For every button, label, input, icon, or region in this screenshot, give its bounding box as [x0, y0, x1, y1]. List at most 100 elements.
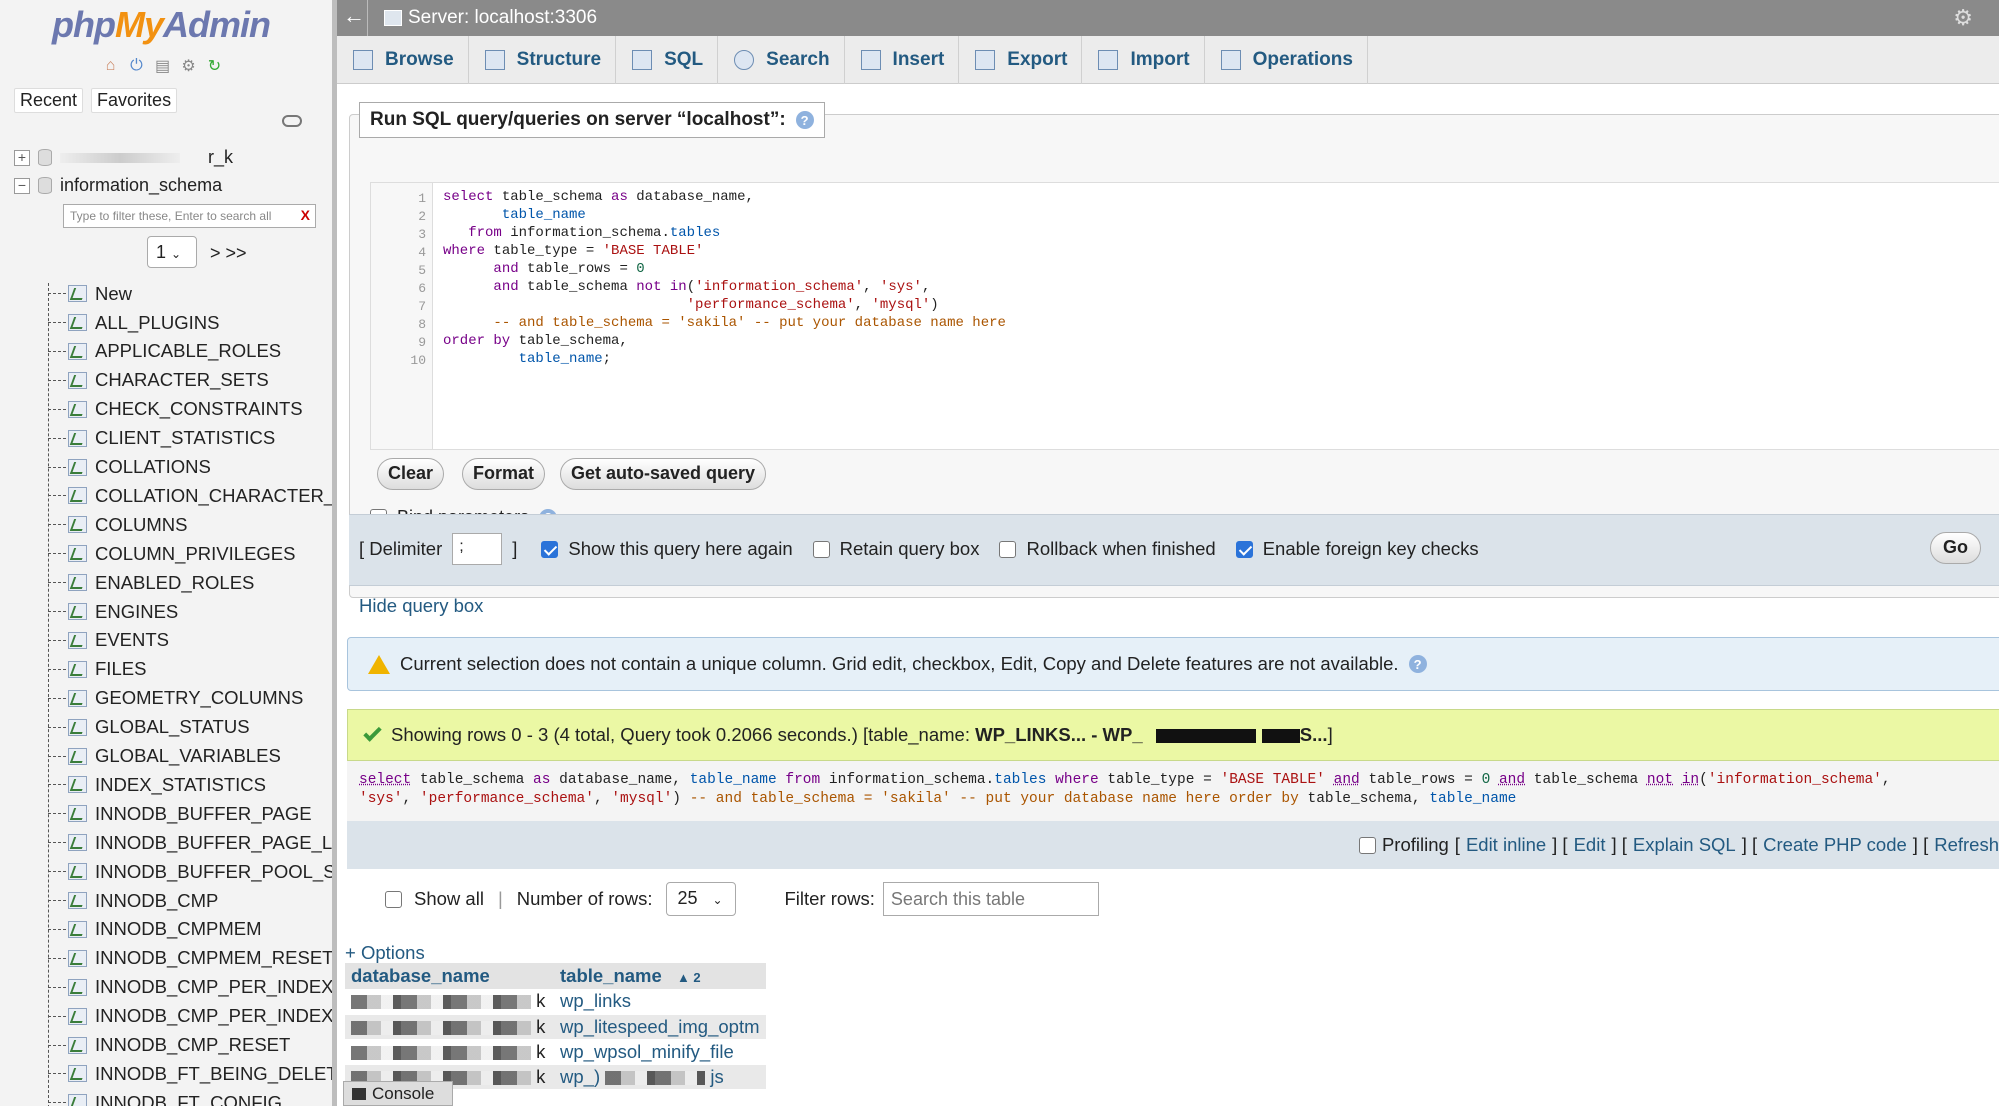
console-toggle[interactable]: Console [343, 1081, 453, 1106]
help-icon[interactable]: ? [795, 111, 814, 129]
sidebar-table-item[interactable]: INNODB_FT_BEING_DELET [48, 1059, 337, 1088]
collapse-nav-icon[interactable]: ← [343, 3, 365, 29]
settings-icon[interactable]: ⚙ [178, 55, 199, 76]
sidebar-table-item[interactable]: COLLATION_CHARACTER_S [48, 481, 332, 510]
cell-table-name[interactable]: wp_wpsol_minify_file [554, 1039, 766, 1065]
expand-icon[interactable]: + [14, 149, 30, 166]
sidebar-table-item[interactable]: ALL_PLUGINS [48, 308, 219, 337]
column-header-database-name[interactable]: database_name [345, 963, 554, 989]
tab-structure[interactable]: Structure [469, 36, 617, 84]
tab-operations[interactable]: Operations [1205, 36, 1368, 84]
reload-icon[interactable]: ↻ [204, 55, 225, 76]
profiling-bar: Profiling [Edit inline] [ Edit] [ Explai… [347, 821, 1999, 869]
phpmyadmin-logo[interactable]: phpMyAdmin [52, 4, 271, 46]
nav-new-table[interactable]: New [48, 279, 132, 308]
clear-button[interactable]: Clear [377, 458, 445, 490]
success-range-start: WP_LINKS... - WP_ [975, 724, 1143, 745]
code-line-8: -- and table_schema = 'sakila' -- put yo… [493, 315, 1006, 331]
tab-insert[interactable]: Insert [845, 36, 960, 84]
home-icon[interactable]: ⌂ [100, 55, 121, 76]
profiling-checkbox[interactable] [1358, 836, 1376, 854]
sidebar-table-item[interactable]: INNODB_CMP_RESET [48, 1031, 290, 1060]
results-table: database_name table_name ▲ 2 k wp_links … [345, 963, 766, 1090]
tab-sql[interactable]: SQL [616, 36, 719, 84]
collapse-icon[interactable]: − [14, 177, 30, 194]
options-toggle-link[interactable]: + Options [345, 942, 425, 964]
rollback-checkbox[interactable] [999, 540, 1017, 558]
logout-icon[interactable]: ⏻ [126, 55, 147, 76]
sidebar-table-item[interactable]: GEOMETRY_COLUMNS [48, 684, 303, 713]
sidebar-table-item[interactable]: ENGINES [48, 597, 178, 626]
explain-sql-link[interactable]: Explain SQL [1633, 834, 1736, 856]
sql-editor[interactable]: 1 2 3 4 5 6 7 8 9 10 select table_schema as datab… [370, 182, 1999, 450]
db-tree-item-information-schema[interactable]: − information_schema [14, 175, 222, 196]
help-icon[interactable]: ? [1408, 655, 1427, 673]
delimiter-bracket: ] [512, 538, 518, 559]
sidebar-table-item[interactable]: APPLICABLE_ROLES [48, 337, 281, 366]
edit-inline-link[interactable]: Edit inline [1466, 834, 1546, 856]
cell-table-name[interactable]: wp_links [554, 989, 766, 1015]
next-page-link[interactable]: > >> [210, 243, 247, 264]
go-button[interactable]: Go [1930, 532, 1981, 564]
delimiter-input[interactable]: ; [452, 533, 503, 565]
table-name-label: APPLICABLE_ROLES [95, 340, 282, 362]
table-row: k wp_links [345, 989, 766, 1015]
favorites-tab[interactable]: Favorites [91, 88, 178, 113]
sidebar-table-item[interactable]: INNODB_CMPMEM [48, 915, 262, 944]
rollback-label: Rollback when finished [1026, 538, 1216, 559]
sidebar-table-item[interactable]: COLUMNS [48, 510, 188, 539]
show-query-checkbox[interactable] [541, 540, 559, 558]
recent-tab[interactable]: Recent [14, 88, 84, 113]
foreign-key-checks-checkbox[interactable] [1235, 540, 1253, 558]
link-icon[interactable] [282, 115, 302, 127]
filter-rows-input[interactable]: Search this table [882, 882, 1099, 916]
sidebar-table-item[interactable]: GLOBAL_VARIABLES [48, 742, 281, 771]
sidebar-table-item[interactable]: FILES [48, 655, 146, 684]
sidebar-table-item[interactable]: INNODB_CMP [48, 886, 218, 915]
tab-export[interactable]: Export [959, 36, 1083, 84]
number-of-rows-select[interactable]: 25 ⌄ [666, 882, 737, 916]
hide-query-box-link[interactable]: Hide query box [359, 595, 483, 617]
sidebar-table-item[interactable]: INNODB_CMP_PER_INDEX [48, 973, 332, 1002]
retain-query-box-checkbox[interactable] [812, 540, 830, 558]
sidebar-table-item[interactable]: CHARACTER_SETS [48, 366, 269, 395]
create-php-code-link[interactable]: Create PHP code [1763, 834, 1907, 856]
page-select[interactable]: 1 ⌄ [147, 236, 197, 268]
sidebar-table-item[interactable]: INNODB_BUFFER_POOL_ST [48, 857, 332, 886]
settings-gear-icon[interactable]: ⚙ [1953, 5, 1973, 31]
sidebar-table-item[interactable]: INNODB_BUFFER_PAGE_LF [48, 828, 332, 857]
warning-icon [368, 654, 390, 674]
sidebar-table-item[interactable]: INNODB_CMP_PER_INDEX_ [48, 1002, 332, 1031]
sidebar-table-item[interactable]: COLLATIONS [48, 453, 211, 482]
cell-table-name[interactable]: wp_litespeed_img_optm [554, 1014, 766, 1040]
format-button[interactable]: Format [462, 458, 546, 490]
db-tree-item-redacted[interactable]: + r_k [14, 147, 233, 168]
server-breadcrumb[interactable]: Server: localhost:3306 [408, 7, 597, 29]
sidebar-table-item[interactable]: EVENTS [48, 626, 169, 655]
sidebar-table-item[interactable]: COLUMN_PRIVILEGES [48, 539, 295, 568]
logo-admin: Admin [163, 4, 271, 45]
clear-filter-icon[interactable]: X [301, 207, 310, 223]
sidebar-table-item[interactable]: CLIENT_STATISTICS [48, 424, 275, 453]
refresh-link[interactable]: Refresh [1934, 834, 1999, 856]
show-all-checkbox[interactable] [385, 890, 402, 908]
sidebar-table-item[interactable]: GLOBAL_STATUS [48, 713, 250, 742]
table-name-label: INNODB_FT_BEING_DELET [95, 1062, 337, 1084]
sidebar-table-item[interactable]: INNODB_BUFFER_PAGE [48, 799, 312, 828]
tab-search[interactable]: Search [718, 36, 845, 84]
tab-browse[interactable]: Browse [337, 36, 469, 84]
get-autosaved-query-button[interactable]: Get auto-saved query [560, 458, 767, 490]
cell-table-name[interactable]: wp_) js [554, 1064, 766, 1090]
sidebar-table-item[interactable]: INNODB_CMPMEM_RESET [48, 944, 332, 973]
sidebar-table-item[interactable]: INDEX_STATISTICS [48, 770, 266, 799]
column-header-table-name[interactable]: table_name ▲ 2 [554, 963, 766, 989]
table-filter-input[interactable]: Type to filter these, Enter to search al… [63, 204, 316, 228]
table-icon [68, 892, 87, 909]
table-icon [68, 949, 87, 967]
edit-link[interactable]: Edit [1574, 834, 1606, 856]
sidebar-table-item[interactable]: INNODB_FT_CONFIG [48, 1088, 282, 1106]
tab-import[interactable]: Import [1082, 36, 1205, 84]
sidebar-table-item[interactable]: CHECK_CONSTRAINTS [48, 395, 303, 424]
docs-icon[interactable]: ▤ [152, 55, 173, 76]
sidebar-table-item[interactable]: ENABLED_ROLES [48, 568, 254, 597]
